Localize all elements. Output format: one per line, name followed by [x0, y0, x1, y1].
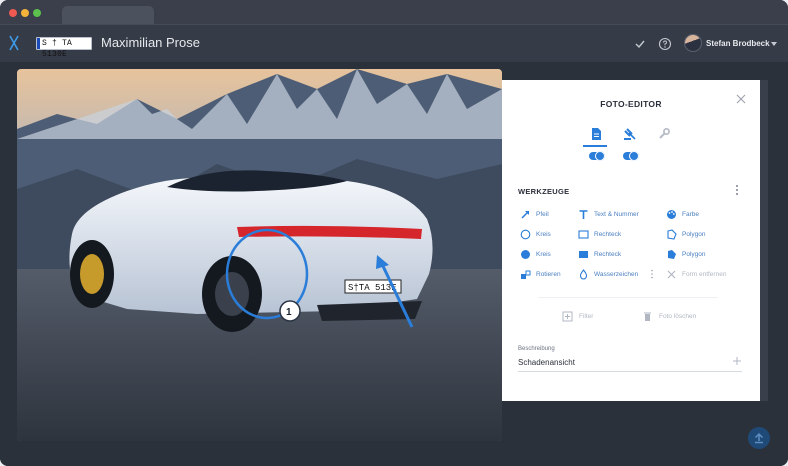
- rectangle-outline-icon: [578, 229, 589, 239]
- tool-watermark[interactable]: Wasserzeichen: [578, 268, 638, 280]
- browser-titlebar: [0, 0, 788, 24]
- tool-label: Kreis: [536, 230, 551, 238]
- tool-label: Polygon: [682, 230, 706, 238]
- editor-title: FOTO-EDITOR: [600, 99, 662, 109]
- filter-icon: [562, 311, 573, 321]
- tool-polygon-outline[interactable]: Polygon: [666, 228, 706, 240]
- user-name[interactable]: Stefan Brodbeck: [706, 39, 770, 48]
- rotate-icon: [521, 270, 531, 279]
- filter-label: Filter: [579, 312, 594, 320]
- tool-label: Text & Nummer: [594, 210, 639, 218]
- browser-tab[interactable]: [62, 6, 154, 24]
- photo-editor-panel: FOTO-EDITOR WERKZEUGE Pfeil Text & Numme…: [502, 80, 760, 401]
- tool-text-number[interactable]: Text & Nummer: [578, 208, 639, 220]
- divider: [538, 297, 718, 298]
- polygon-outline-icon: [667, 228, 677, 240]
- close-icon[interactable]: [735, 93, 747, 105]
- tool-label: Kreis: [536, 250, 551, 258]
- page-title: Maximilian Prose: [101, 35, 200, 50]
- watermark-options-icon[interactable]: [650, 269, 654, 279]
- tool-label: Wasserzeichen: [594, 270, 639, 278]
- tool-rectangle-outline[interactable]: Rechteck: [578, 228, 621, 240]
- checkmark-icon[interactable]: [633, 37, 647, 51]
- car-image: S†TA 513E: [69, 170, 433, 332]
- panel-shadow-edge: [760, 80, 768, 401]
- upload-button[interactable]: [748, 427, 770, 449]
- license-plate-badge: S † TA 5130E: [36, 37, 92, 59]
- app-header: S † TA 5130E Maximilian Prose Stefan Bro…: [0, 24, 788, 62]
- tool-rotate[interactable]: Rotieren: [520, 268, 561, 280]
- tool-label: Form entfernen: [682, 270, 727, 278]
- tool-circle-outline[interactable]: Kreis: [520, 228, 551, 240]
- help-icon[interactable]: [658, 37, 672, 51]
- tool-rectangle-filled[interactable]: Rechteck: [578, 248, 621, 260]
- more-options-icon[interactable]: [734, 184, 740, 196]
- wrench-icon[interactable]: [657, 127, 671, 141]
- palette-icon: [667, 209, 676, 219]
- tools-section-title: WERKZEUGE: [518, 187, 570, 196]
- description-label: Beschreibung: [518, 346, 555, 352]
- polygon-filled-icon: [668, 249, 676, 259]
- car-plate-text: S†TA 513E: [348, 283, 397, 293]
- delete-photo-button[interactable]: Foto löschen: [642, 310, 696, 322]
- tool-label: Rotieren: [536, 270, 561, 278]
- x-logo-icon[interactable]: [8, 34, 20, 52]
- tool-label: Pfeil: [536, 210, 549, 218]
- description-underline: [518, 371, 742, 372]
- add-icon[interactable]: [732, 356, 742, 366]
- active-tab-indicator: [583, 145, 607, 147]
- photo-canvas[interactable]: S†TA 513E 1: [17, 69, 502, 441]
- number-marker-label: 1: [286, 307, 292, 318]
- circle-outline-icon: [520, 229, 531, 239]
- watermark-drop-icon: [579, 268, 588, 280]
- close-window-dot[interactable]: [9, 9, 17, 17]
- tool-circle-filled[interactable]: Kreis: [520, 248, 551, 260]
- tool-remove-shape[interactable]: Form entfernen: [666, 268, 726, 280]
- rectangle-filled-icon: [579, 250, 588, 258]
- tool-arrow[interactable]: Pfeil: [520, 208, 549, 220]
- tool-color[interactable]: Farbe: [666, 208, 699, 220]
- trash-icon: [644, 312, 651, 321]
- delete-photo-label: Foto löschen: [659, 312, 697, 320]
- description-field[interactable]: Schadenansicht: [518, 358, 575, 367]
- chevron-down-icon[interactable]: [771, 42, 777, 46]
- minimize-window-dot[interactable]: [21, 9, 29, 17]
- tool-label: Farbe: [682, 210, 699, 218]
- tool-polygon-filled[interactable]: Polygon: [666, 248, 706, 260]
- remove-shape-icon: [667, 270, 676, 278]
- filter-button[interactable]: Filter: [562, 310, 593, 322]
- gavel-icon[interactable]: [623, 127, 637, 141]
- gavel-toggle[interactable]: [623, 151, 639, 161]
- text-icon: [579, 209, 588, 219]
- avatar[interactable]: [684, 34, 702, 52]
- maximize-window-dot[interactable]: [33, 9, 41, 17]
- app-window: S † TA 5130E Maximilian Prose Stefan Bro…: [0, 0, 788, 466]
- arrow-icon: [521, 210, 529, 219]
- circle-filled-icon: [521, 249, 530, 259]
- upload-icon: [754, 432, 764, 444]
- document-icon[interactable]: [589, 127, 603, 141]
- tool-label: Rechteck: [594, 230, 622, 238]
- tool-label: Rechteck: [594, 250, 622, 258]
- tool-label: Polygon: [682, 250, 706, 258]
- document-toggle[interactable]: [589, 151, 605, 161]
